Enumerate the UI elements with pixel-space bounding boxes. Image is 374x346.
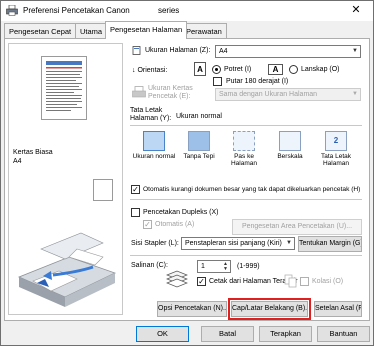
printing-preferences-window: Preferensi Pencetakan Canon series ✕ Pen… — [0, 0, 374, 346]
print-area-setup-button[interactable]: Pengesetan Area Pencetakan (U)... — [232, 219, 362, 235]
page-layout-label: Tata Letak Halaman (Y): — [130, 107, 171, 123]
duplex-auto-checkbox[interactable]: ✓ — [143, 220, 152, 229]
stapling-side-label: Sisi Stapler (L): — [131, 240, 179, 247]
landscape-radio[interactable] — [289, 65, 298, 74]
tab-page-setup[interactable]: Pengesetan Halaman — [105, 21, 188, 39]
tab-maintenance[interactable]: Perawatan — [181, 23, 227, 38]
portrait-label: Potret (I) — [224, 66, 252, 73]
printer-paper-size-label: Ukuran Kertas Pencetak (E): — [148, 85, 193, 101]
fit-to-page-icon — [233, 131, 255, 151]
tab-label: Pengesetan Cepat — [9, 27, 72, 36]
collate-checkbox[interactable] — [300, 277, 309, 286]
window-title-text: Preferensi Pencetakan Canon — [23, 6, 132, 15]
scaled-icon — [279, 131, 301, 151]
help-button[interactable]: Bantuan — [317, 326, 370, 342]
portrait-radio[interactable] — [212, 65, 221, 74]
printer-paper-icon — [132, 86, 146, 98]
tab-label: Perawatan — [186, 27, 222, 36]
layout-name: Ukuran normal — [132, 153, 176, 160]
duplex-checkbox[interactable] — [131, 208, 140, 217]
section-divider — [130, 255, 362, 256]
chevron-down-icon: ▼ — [352, 91, 358, 97]
page-layout-icon: 2 — [325, 131, 347, 151]
paper-size-label: A4 — [13, 158, 22, 165]
rotate-180-label: Putar 180 derajat (I) — [226, 78, 289, 85]
stapling-side-select[interactable]: Penstapleran sisi panjang (Kiri) ▼ — [181, 237, 295, 250]
page-layout-current: Ukuran normal — [176, 113, 222, 120]
orientation-label-text: Orientasi: — [137, 67, 168, 74]
title-bar: Preferensi Pencetakan Canon series ✕ — [1, 1, 373, 21]
page-size-label: Ukuran Halaman (Z): — [145, 47, 211, 54]
highlight-box — [228, 298, 311, 320]
layout-page-layout[interactable]: 2 Tata Letak Halaman — [314, 131, 358, 167]
layout-name: Tata Letak Halaman — [321, 153, 351, 167]
chevron-down-icon: ▼ — [286, 240, 292, 246]
duplex-auto-label: Otomatis (A) — [155, 221, 195, 228]
window-title: Preferensi Pencetakan Canon series — [23, 6, 179, 15]
printer-illustration — [17, 232, 117, 307]
borderless-icon — [188, 131, 210, 151]
tab-label: Pengesetan Halaman — [110, 25, 183, 34]
print-options-button[interactable]: Opsi Pencetakan (N)... — [157, 301, 227, 317]
page-layout-label-2: Halaman (Y): — [130, 115, 172, 122]
chevron-down-icon: ▼ — [352, 48, 358, 54]
defaults-button[interactable]: Setelan Asal (F) — [314, 301, 362, 317]
copies-range: (1-999) — [237, 263, 260, 270]
ok-button[interactable]: OK — [136, 326, 189, 342]
last-page-first-checkbox[interactable]: ✓ — [197, 277, 206, 286]
page-size-value: A4 — [219, 48, 228, 55]
duplex-label: Pencetakan Dupleks (X) — [143, 209, 219, 216]
orientation-label: ↓ Orientasi: — [132, 67, 168, 74]
small-page-icon — [93, 179, 113, 201]
landscape-label: Lanskap (O) — [301, 66, 340, 73]
layout-name: Berskala — [277, 153, 303, 160]
apply-button[interactable]: Terapkan — [259, 326, 312, 342]
normal-size-icon — [143, 131, 165, 151]
copies-label: Salinan (C): — [131, 262, 168, 269]
printer-paper-size-select[interactable]: Sama dengan Ukuran Halaman ▼ — [215, 88, 361, 101]
cancel-button[interactable]: Batal — [201, 326, 254, 342]
tab-main[interactable]: Utama — [75, 23, 108, 38]
landscape-icon: A — [268, 64, 283, 75]
section-divider — [130, 199, 362, 200]
printer-app-icon — [6, 5, 18, 16]
media-type-label: Kertas Biasa — [13, 149, 53, 156]
specify-margin-button[interactable]: Tentukan Margin (G)... — [298, 236, 362, 252]
layout-normal-size[interactable]: Ukuran normal — [132, 131, 176, 167]
page-preview-lines — [46, 61, 82, 111]
close-icon[interactable]: ✕ — [343, 1, 369, 20]
layout-name: Tanpa Tepi — [183, 153, 215, 160]
auto-reduce-label: Otomatis kurangi dokumen besar yang tak … — [143, 186, 361, 193]
printer-paper-size-label-2: Pencetak (E): — [148, 93, 191, 100]
page-size-select[interactable]: A4 ▼ — [215, 45, 361, 58]
tab-quick-setup[interactable]: Pengesetan Cepat — [4, 23, 77, 38]
auto-reduce-checkbox[interactable]: ✓ — [131, 185, 140, 194]
preview-pane: Kertas Biasa A4 — [8, 43, 123, 315]
collate-icon — [284, 274, 297, 288]
layout-borderless[interactable]: Tanpa Tepi — [177, 131, 221, 167]
layout-name: Pas ke Halaman — [230, 153, 257, 167]
layout-divider — [130, 125, 362, 126]
copies-value: 1 — [201, 263, 205, 270]
window-title-suffix: series — [157, 6, 180, 15]
page-preview — [41, 56, 87, 120]
tab-label: Utama — [80, 27, 103, 36]
portrait-icon: A — [194, 62, 206, 76]
page-layout-label-1: Tata Letak — [130, 107, 163, 114]
printer-paper-size-label-1: Ukuran Kertas — [148, 85, 193, 92]
layout-scaled[interactable]: Berskala — [268, 131, 312, 167]
stapling-side-value: Penstapleran sisi panjang (Kiri) — [185, 240, 282, 247]
printer-paper-size-value: Sama dengan Ukuran Halaman — [219, 91, 318, 98]
copies-spinner[interactable]: 1 ▲ ▼ — [197, 260, 231, 273]
layout-fit-to-page[interactable]: Pas ke Halaman — [222, 131, 266, 167]
page-size-icon — [132, 46, 141, 55]
collate-label: Kolasi (O) — [312, 278, 344, 285]
copies-stack-icon — [166, 270, 188, 288]
rotate-180-checkbox[interactable] — [213, 77, 222, 86]
spin-arrows-icon: ▲ ▼ — [223, 261, 228, 272]
